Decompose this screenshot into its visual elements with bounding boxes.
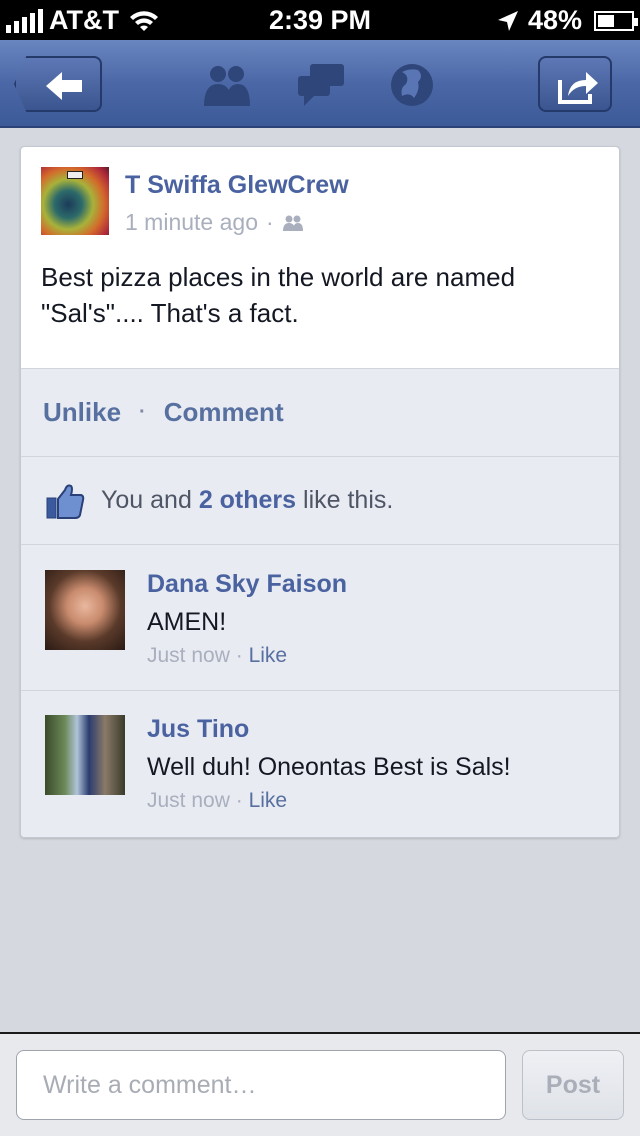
post-meta-separator: ·: [265, 209, 274, 235]
likes-others-link[interactable]: 2 others: [199, 486, 296, 515]
comment-author-avatar[interactable]: [45, 715, 125, 795]
comment-text: AMEN!: [147, 608, 227, 636]
comment-input[interactable]: [16, 1050, 506, 1120]
post-card: T Swiffa GlewCrew 1 minute ago · Best pi…: [20, 146, 620, 838]
nav-bar: [0, 40, 640, 128]
post-time: 1 minute ago: [125, 209, 258, 235]
friends-audience-icon: [282, 215, 303, 231]
share-icon: [558, 72, 598, 104]
comment-time: Just now: [147, 644, 230, 667]
friends-icon[interactable]: [198, 62, 254, 108]
comment-meta-separator: ·: [235, 644, 243, 667]
comment-time: Just now: [147, 789, 230, 812]
status-bar: AT&T 2:39 PM 48%: [0, 0, 640, 40]
likes-you-and: You and: [101, 486, 192, 514]
comment-meta-separator: ·: [235, 789, 243, 812]
comment: Jus Tino Well duh! Oneontas Best is Sals…: [21, 690, 619, 834]
post-actions: Unlike · Comment: [21, 369, 619, 457]
location-arrow-icon: [497, 10, 518, 31]
comment-meta: Just now · Like: [147, 789, 287, 813]
comment-meta: Just now · Like: [147, 644, 287, 668]
globe-icon[interactable]: [384, 62, 440, 108]
post: T Swiffa GlewCrew 1 minute ago · Best pi…: [21, 147, 619, 369]
unlike-button[interactable]: Unlike: [43, 397, 121, 428]
back-button[interactable]: [14, 56, 102, 112]
post-text: Best pizza places in the world are named…: [41, 262, 516, 328]
post-author-avatar[interactable]: [41, 167, 109, 235]
thumbs-up-icon: [46, 484, 85, 519]
comment-author-name[interactable]: Jus Tino: [147, 715, 249, 744]
comment-button[interactable]: Comment: [164, 397, 284, 428]
post-meta: 1 minute ago ·: [125, 209, 304, 236]
battery-percent: 48%: [527, 5, 582, 35]
post-author-name[interactable]: T Swiffa GlewCrew: [125, 171, 349, 200]
messages-icon[interactable]: [294, 62, 350, 108]
comment-text: Well duh! Oneontas Best is Sals!: [147, 753, 511, 781]
comment: Dana Sky Faison AMEN! Just now · Like: [21, 546, 619, 690]
back-arrow-icon: [46, 72, 82, 100]
likes-summary[interactable]: You and 2 others like this.: [21, 457, 619, 545]
comment-composer: Post: [0, 1032, 640, 1136]
likes-like-this: like this.: [303, 486, 394, 514]
comment-like-button[interactable]: Like: [249, 644, 288, 667]
comment-author-avatar[interactable]: [45, 570, 125, 650]
comment-like-button[interactable]: Like: [249, 789, 288, 812]
share-button[interactable]: [538, 56, 612, 112]
actions-separator: ·: [139, 401, 146, 423]
comment-author-name[interactable]: Dana Sky Faison: [147, 570, 347, 599]
battery-icon: [594, 10, 638, 31]
post-button[interactable]: Post: [522, 1050, 624, 1120]
